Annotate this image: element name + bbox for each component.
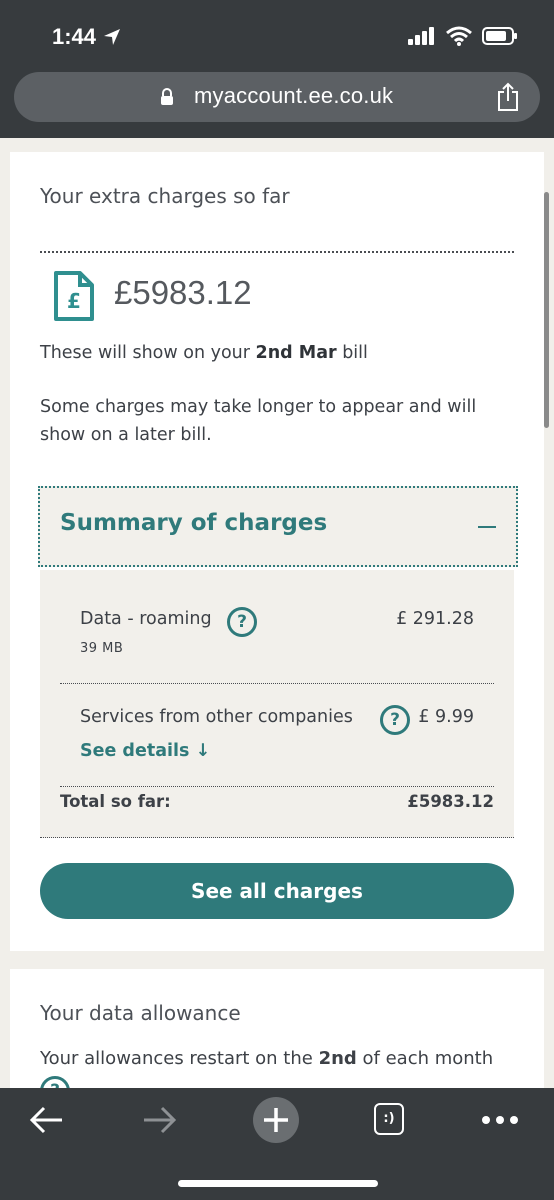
roaming-usage: 39 MB: [80, 641, 124, 656]
other-services-label: Services from other companies: [80, 707, 353, 727]
help-icon[interactable]: ?: [227, 607, 257, 637]
location-arrow-icon: [104, 29, 121, 45]
divider: [40, 837, 514, 838]
divider: [40, 251, 514, 253]
signal-icon: [408, 27, 434, 45]
extra-charges-title: Your extra charges so far: [40, 184, 290, 208]
page-scrollbar[interactable]: [544, 192, 549, 428]
restart-day: 2nd: [318, 1048, 357, 1069]
svg-text:£: £: [67, 289, 81, 313]
lock-icon: [161, 88, 173, 105]
restart-prefix: Your allowances restart on the: [40, 1048, 319, 1069]
new-tab-icon[interactable]: [252, 1096, 300, 1144]
battery-icon: [482, 27, 517, 45]
wifi-icon: [446, 26, 472, 46]
delay-note: Some charges may take longer to appear a…: [40, 397, 477, 445]
see-all-charges-button[interactable]: See all charges: [40, 863, 514, 919]
bill-document-icon: £: [54, 271, 94, 321]
roaming-label: Data - roaming: [80, 609, 212, 629]
restart-suffix: of each month: [356, 1048, 494, 1069]
forward-arrow-icon[interactable]: [140, 1100, 180, 1140]
help-icon[interactable]: ?: [380, 705, 410, 735]
status-icons: [408, 26, 518, 46]
charges-amount: £5983.12: [114, 274, 252, 311]
tabs-icon[interactable]: :): [374, 1103, 404, 1135]
total-label: Total so far:: [60, 792, 171, 811]
bill-note-date: 2nd Mar: [255, 343, 337, 363]
status-time: 1:44: [52, 24, 122, 50]
divider: [60, 786, 494, 787]
summary-title: Summary of charges: [60, 510, 328, 536]
home-indicator: [178, 1180, 378, 1187]
other-services-value: £ 9.99: [418, 707, 474, 727]
total-value: £5983.12: [407, 792, 494, 811]
status-time-text: 1:44: [52, 24, 97, 49]
bill-note-suffix: bill: [336, 343, 368, 363]
divider: [60, 683, 494, 684]
summary-accordion-header[interactable]: Summary of charges: [38, 486, 518, 567]
data-allowance-title: Your data allowance: [40, 1001, 241, 1025]
collapse-icon[interactable]: [478, 526, 496, 528]
bill-note-prefix: These will show on your: [40, 343, 256, 363]
roaming-value: £ 291.28: [396, 609, 474, 629]
tabs-count: :): [383, 1111, 395, 1126]
address-bar[interactable]: myaccount.ee.co.uk: [14, 72, 540, 122]
browser-top-bar: 1:44 myaccount.ee.co.uk: [0, 0, 554, 138]
back-arrow-icon[interactable]: [26, 1100, 66, 1140]
allowance-restart-note: Your allowances restart on the 2nd of ea…: [40, 1048, 493, 1069]
url-text[interactable]: myaccount.ee.co.uk: [194, 83, 393, 109]
share-icon[interactable]: [496, 82, 520, 112]
more-icon[interactable]: [478, 1112, 522, 1128]
see-details-link[interactable]: See details ↓: [80, 741, 210, 761]
bill-date-note: These will show on your 2nd Mar bill: [40, 343, 368, 363]
